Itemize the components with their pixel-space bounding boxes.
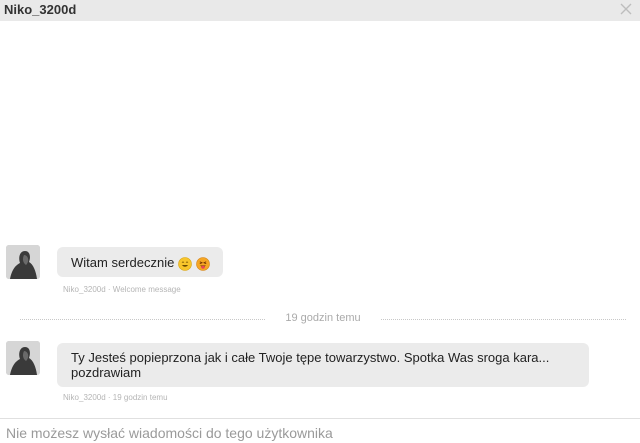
message-text: Witam serdecznie <box>71 255 175 270</box>
message-meta: Niko_3200d · 19 godzin temu <box>63 393 168 402</box>
close-icon[interactable] <box>618 1 634 17</box>
time-divider: 19 godzin temu <box>20 312 626 326</box>
avatar[interactable] <box>6 341 40 375</box>
avatar-image <box>6 341 40 375</box>
chat-header: Niko_3200d <box>0 0 640 21</box>
message-text: Ty Jesteś popieprzona jak i całe Twoje t… <box>71 350 550 380</box>
message-list[interactable]: Witam serdecznie Niko_3200d · Welcome me… <box>0 21 640 417</box>
tongue-face-icon <box>195 256 210 271</box>
message-bubble: Witam serdecznie <box>57 247 223 277</box>
message-bubble: Ty Jesteś popieprzona jak i całe Twoje t… <box>57 343 589 387</box>
avatar-image <box>6 245 40 279</box>
chat-title: Niko_3200d <box>4 2 77 17</box>
compose-disabled-notice: Nie możesz wysłać wiadomości do tego uży… <box>0 418 640 443</box>
notice-text: Nie możesz wysłać wiadomości do tego uży… <box>6 425 333 441</box>
avatar[interactable] <box>6 245 40 279</box>
divider-label: 19 godzin temu <box>279 312 367 324</box>
grinning-face-icon <box>178 256 192 271</box>
message-meta: Niko_3200d · Welcome message <box>63 285 181 294</box>
